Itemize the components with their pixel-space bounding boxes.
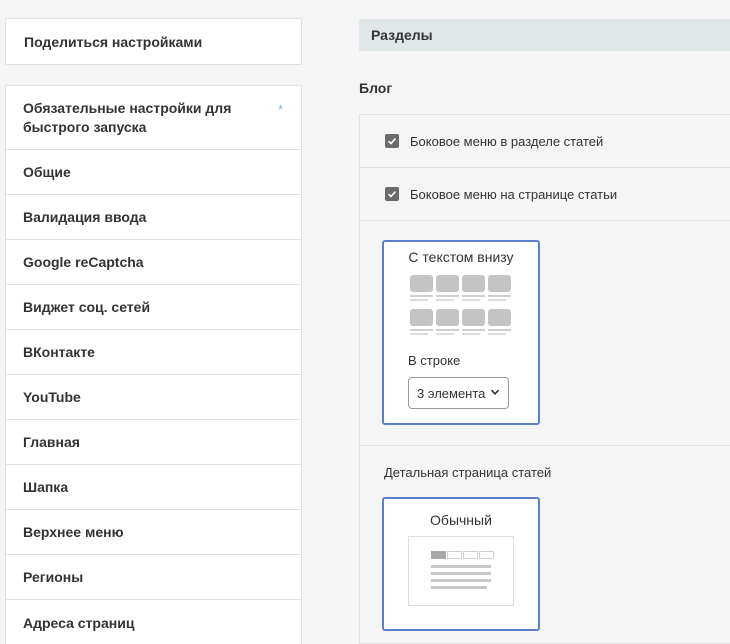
sidebar-item-input-validation[interactable]: Валидация ввода — [6, 195, 301, 240]
list-view-card[interactable]: С текстом внизу В строке 3 элемента — [382, 240, 540, 425]
checkmark-icon — [387, 190, 397, 198]
preview-item — [488, 275, 511, 305]
preview-item — [436, 275, 459, 305]
sidebar-item-social-widget[interactable]: Виджет соц. сетей — [6, 285, 301, 330]
side-menu-article-checkbox[interactable] — [385, 187, 399, 201]
sidebar-item-top-menu[interactable]: Верхнее меню — [6, 510, 301, 555]
section-header: Разделы — [359, 19, 730, 51]
list-view-block: С текстом внизу В строке 3 элемента — [360, 221, 730, 446]
detail-view-title: Обычный — [430, 512, 492, 528]
group-title: Блог — [359, 80, 393, 96]
sidebar-item-label: YouTube — [23, 389, 81, 405]
option-row-side-menu-section: Боковое меню в разделе статей — [360, 115, 730, 168]
sidebar-item-label: Google reCaptcha — [23, 254, 144, 270]
sidebar-item-label: Виджет соц. сетей — [23, 299, 151, 315]
per-row-select[interactable]: 3 элемента — [408, 377, 509, 409]
detail-page-label: Детальная страница статей — [384, 465, 552, 480]
sidebar-item-home[interactable]: Главная — [6, 420, 301, 465]
settings-menu: Обязательные настройки для быстрого запу… — [5, 85, 302, 644]
option-label: Боковое меню в разделе статей — [410, 133, 604, 149]
sidebar-item-label: Шапка — [23, 479, 69, 495]
share-settings-label: Поделиться настройками — [24, 33, 203, 50]
sidebar-item-label: Общие — [23, 164, 71, 180]
sidebar-item-youtube[interactable]: YouTube — [6, 375, 301, 420]
detail-view-card[interactable]: Обычный — [382, 497, 540, 631]
option-row-side-menu-article: Боковое меню на странице статьи — [360, 168, 730, 221]
preview-item — [462, 309, 485, 339]
side-menu-section-checkbox[interactable] — [385, 134, 399, 148]
section-title: Разделы — [371, 27, 433, 43]
preview-item — [462, 275, 485, 305]
preview-item — [410, 309, 433, 339]
checkmark-icon — [387, 137, 397, 145]
detail-page-preview — [408, 536, 514, 606]
share-settings-button[interactable]: Поделиться настройками — [5, 18, 302, 65]
option-label: Боковое меню на странице статьи — [410, 186, 618, 202]
sidebar-item-label: Валидация ввода — [23, 209, 147, 225]
sidebar-item-label: ВКонтакте — [23, 344, 95, 360]
list-view-title: С текстом внизу — [408, 249, 514, 265]
sidebar-item-label: Адреса страниц — [23, 614, 135, 631]
blog-settings-panel: Боковое меню в разделе статей Боковое ме… — [359, 114, 730, 644]
sidebar-item-required-settings[interactable]: Обязательные настройки для быстрого запу… — [6, 86, 301, 150]
sidebar-item-label: Обязательные настройки для быстрого запу… — [23, 100, 232, 135]
sidebar-item-header[interactable]: Шапка — [6, 465, 301, 510]
asterisk-icon: * — [277, 102, 283, 117]
per-row-value: 3 элемента — [417, 385, 486, 401]
sidebar-item-label: Главная — [23, 434, 80, 450]
preview-item — [436, 309, 459, 339]
sidebar-item-general[interactable]: Общие — [6, 150, 301, 195]
sidebar-item-recaptcha[interactable]: Google reCaptcha — [6, 240, 301, 285]
chevron-down-icon — [490, 389, 500, 395]
sidebar-item-label: Регионы — [23, 569, 84, 585]
sidebar-item-label: Верхнее меню — [23, 524, 124, 540]
sidebar-item-vkontakte[interactable]: ВКонтакте — [6, 330, 301, 375]
sidebar-item-page-urls[interactable]: Адреса страниц — [6, 600, 301, 644]
per-row-label: В строке — [408, 353, 461, 368]
sidebar-item-regions[interactable]: Регионы — [6, 555, 301, 600]
preview-item — [488, 309, 511, 339]
preview-item — [410, 275, 433, 305]
list-view-preview — [410, 275, 538, 339]
